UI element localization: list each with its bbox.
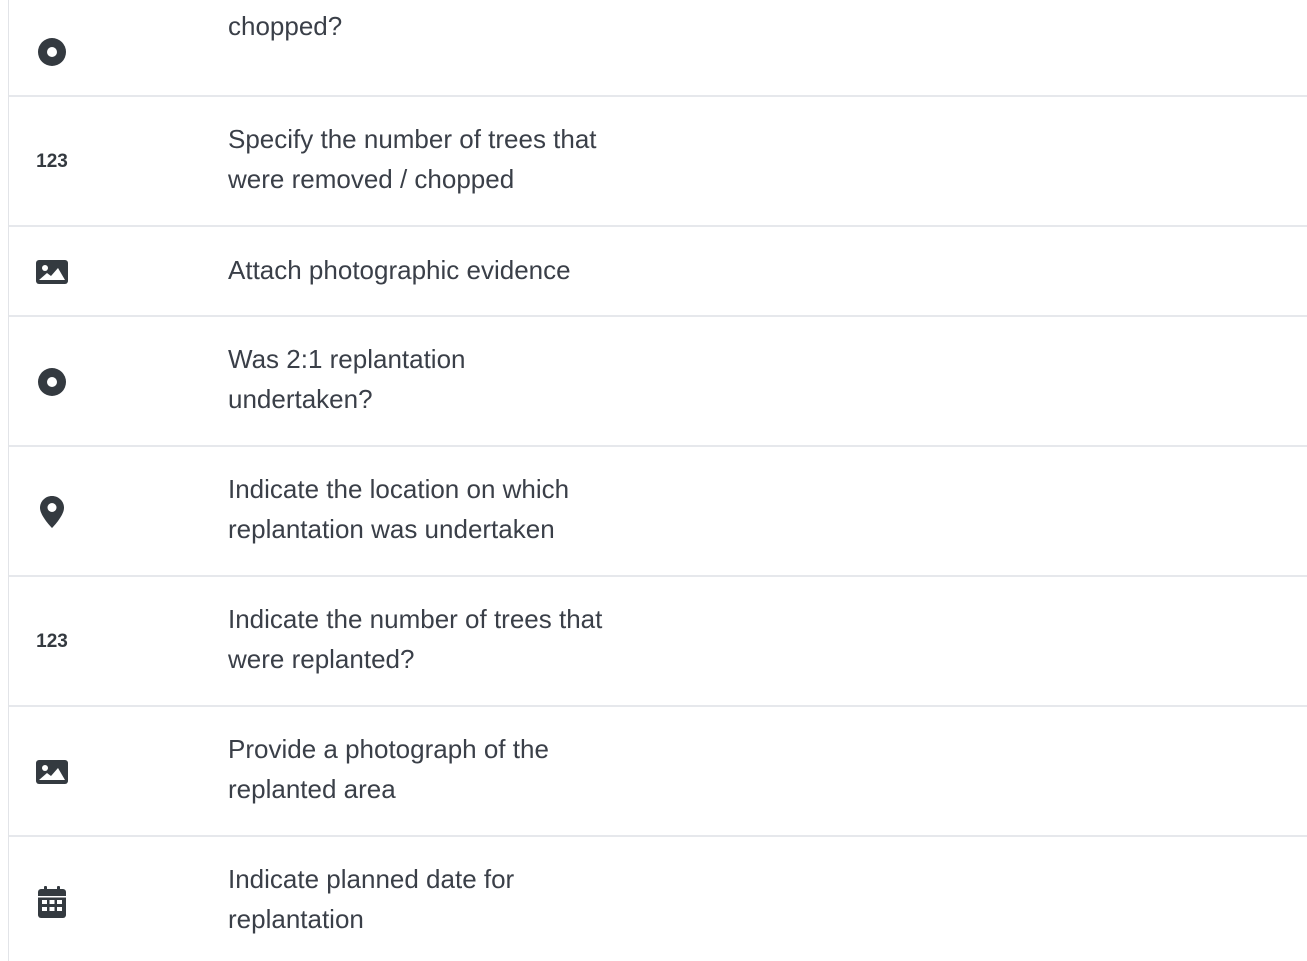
number-icon: 123: [36, 151, 68, 172]
question-label: Provide a photograph of the replanted ar…: [228, 734, 549, 804]
location-pin-icon: [35, 495, 69, 529]
question-row-select-one[interactable]: chopped?: [9, 0, 1307, 97]
image-icon: [35, 755, 69, 789]
question-label: Was 2:1 replantation undertaken?: [228, 344, 466, 414]
question-label: Specify the number of trees that were re…: [228, 124, 597, 194]
question-row-integer[interactable]: 123 Specify the number of trees that wer…: [9, 97, 1307, 227]
question-label: Attach photographic evidence: [228, 255, 571, 285]
question-label: chopped?: [228, 11, 343, 41]
radio-icon: [35, 365, 69, 399]
form-questions-table: chopped? 123 Specify the number of trees…: [8, 0, 1307, 961]
question-row-integer[interactable]: 123 Indicate the number of trees that we…: [9, 577, 1307, 707]
question-label: Indicate planned date for replantation: [228, 864, 515, 934]
radio-icon: [35, 35, 69, 69]
number-icon: 123: [36, 631, 68, 652]
question-label: Indicate the location on which replantat…: [228, 474, 570, 544]
question-row-geopoint[interactable]: Indicate the location on which replantat…: [9, 447, 1307, 577]
question-row-image[interactable]: Provide a photograph of the replanted ar…: [9, 707, 1307, 837]
calendar-icon: [35, 885, 69, 919]
question-row-date[interactable]: Indicate planned date for replantation: [9, 837, 1307, 961]
question-label: Indicate the number of trees that were r…: [228, 604, 603, 674]
question-row-image[interactable]: Attach photographic evidence: [9, 227, 1307, 317]
image-icon: [35, 255, 69, 289]
question-row-select-one[interactable]: Was 2:1 replantation undertaken?: [9, 317, 1307, 447]
